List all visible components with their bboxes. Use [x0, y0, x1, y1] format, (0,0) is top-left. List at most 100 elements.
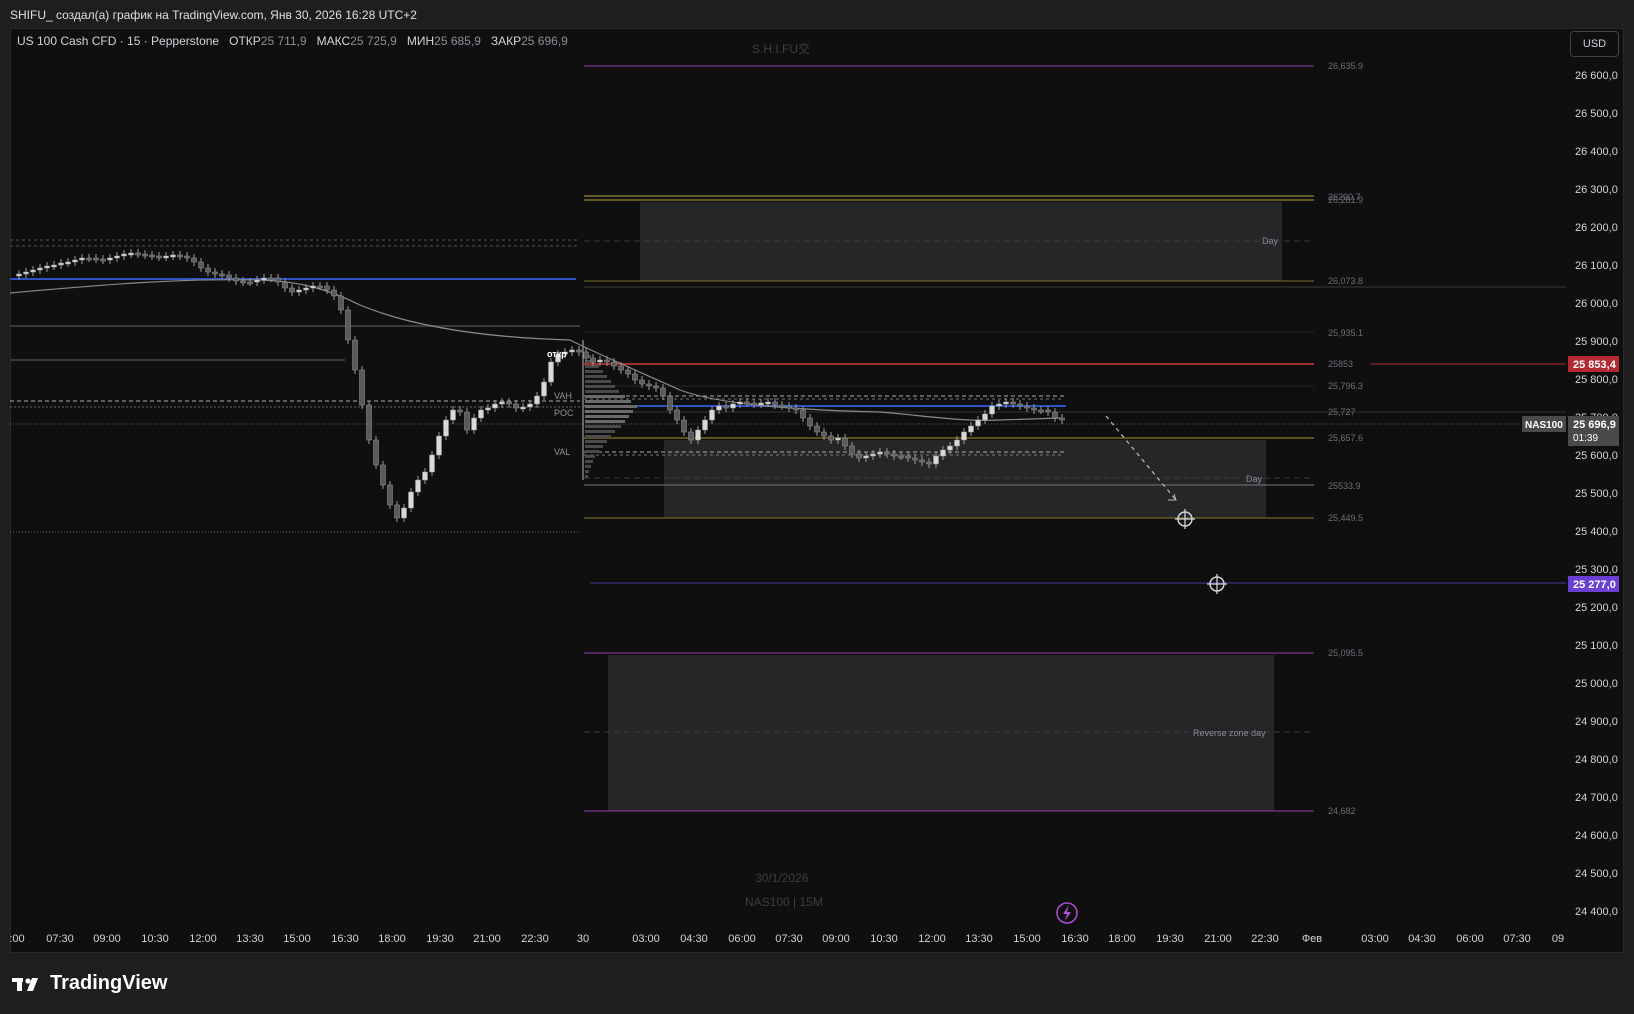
- candle-body: [1024, 405, 1030, 409]
- time-tick: 06:00: [728, 933, 756, 945]
- candle-body: [464, 411, 470, 431]
- candle-body: [800, 409, 806, 419]
- volume-profile-bar: [585, 430, 615, 433]
- volume-profile-bar: [585, 425, 621, 428]
- currency-button[interactable]: USD: [1570, 31, 1619, 57]
- volume-profile-bar: [585, 460, 593, 463]
- tradingview-logo[interactable]: TradingView: [12, 972, 167, 995]
- time-tick: 09: [1552, 933, 1564, 945]
- volume-profile-bar: [585, 405, 637, 408]
- candle-body: [947, 445, 953, 451]
- candle-body: [58, 262, 64, 266]
- candle-body: [821, 431, 827, 437]
- candle-body: [79, 257, 85, 261]
- volume-profile-bar: [585, 465, 591, 468]
- time-tick: 13:30: [236, 933, 264, 945]
- candle-body: [597, 359, 603, 363]
- candle-body: [744, 401, 750, 405]
- candle-body: [303, 287, 309, 291]
- candle-body: [149, 254, 155, 258]
- price-tick: 24 400,0: [1575, 906, 1618, 918]
- time-tick: 30: [577, 933, 589, 945]
- volume-profile-bar: [585, 365, 599, 368]
- current-price-timer: 01:39: [1573, 433, 1598, 444]
- candle-body: [926, 461, 932, 465]
- candle-body: [940, 449, 946, 457]
- candle-body: [870, 453, 876, 457]
- time-tick: 07:30: [775, 933, 803, 945]
- time-tick: 04:30: [1408, 933, 1436, 945]
- zone-label-day-top: Day: [1262, 236, 1279, 246]
- candle-body: [891, 453, 897, 457]
- price-tick: 25 600,0: [1575, 450, 1618, 462]
- candle-body: [919, 459, 925, 463]
- candle-body: [905, 455, 911, 459]
- legend-open-label: ОТКР: [229, 34, 261, 48]
- candle-body: [653, 385, 659, 389]
- candle-body: [884, 451, 890, 455]
- price-tick: 25 100,0: [1575, 640, 1618, 652]
- candle-body: [275, 277, 281, 283]
- candle-body: [359, 369, 365, 406]
- time-tick: 07:30: [46, 933, 74, 945]
- time-tick: 19:30: [426, 933, 454, 945]
- time-tick: 12:00: [918, 933, 946, 945]
- candle-body: [702, 419, 708, 431]
- price-tick: 25 800,0: [1575, 374, 1618, 386]
- symbol-legend[interactable]: US 100 Cash CFD · 15 · Pepperstone ОТКР 2…: [17, 34, 572, 48]
- candle-body: [408, 491, 414, 509]
- volume-profile-bar: [585, 450, 599, 453]
- label-26635: 26,635.9: [1328, 61, 1363, 71]
- price-tick: 26 200,0: [1575, 222, 1618, 234]
- candle-body: [548, 361, 554, 383]
- purple-price-badge: 25 277,0: [1568, 576, 1619, 592]
- candle-body: [142, 253, 148, 257]
- candle-body: [541, 381, 547, 397]
- label-25853: 25853: [1328, 359, 1353, 369]
- candle-body: [401, 507, 407, 519]
- candle-body: [807, 417, 813, 427]
- candle-body: [198, 261, 204, 269]
- watermark-symbol: NAS100 | 15M: [745, 895, 823, 909]
- candle-body: [849, 445, 855, 455]
- candle-body: [1059, 417, 1065, 421]
- volume-profile-bar: [585, 440, 607, 443]
- candle-body: [576, 349, 582, 353]
- legend-symbol: US 100 Cash CFD · 15 · Pepperstone: [17, 34, 220, 48]
- candle-body: [226, 274, 232, 279]
- candle-body: [317, 285, 323, 289]
- current-price-label: 25 696,9: [1573, 419, 1616, 431]
- time-tick: 21:00: [1204, 933, 1232, 945]
- candle-body: [695, 429, 701, 441]
- candle-body: [16, 273, 22, 277]
- price-tick: 25 000,0: [1575, 678, 1618, 690]
- time-tick: :00: [9, 933, 24, 945]
- candle-body: [786, 405, 792, 409]
- candle-body: [373, 439, 379, 466]
- price-tick: 25 500,0: [1575, 488, 1618, 500]
- time-tick: 13:30: [965, 933, 993, 945]
- candle-body: [688, 431, 694, 441]
- volume-profile-bar: [585, 475, 588, 478]
- candle-body: [366, 404, 372, 441]
- candle-body: [625, 369, 631, 375]
- candle-body: [646, 383, 652, 387]
- candle-body: [1045, 409, 1051, 413]
- time-tick: 16:30: [331, 933, 359, 945]
- time-tick: 04:30: [680, 933, 708, 945]
- lightning-icon[interactable]: [1056, 902, 1078, 924]
- candle-body: [933, 455, 939, 465]
- legend-close-label: ЗАКР: [490, 34, 522, 48]
- volume-profile-bar: [585, 420, 625, 423]
- candle-body: [975, 419, 981, 427]
- candle-body: [639, 379, 645, 385]
- label-25095: 25,095.5: [1328, 648, 1363, 658]
- candle-body: [387, 484, 393, 506]
- time-tick: 03:00: [632, 933, 660, 945]
- candle-body: [835, 437, 841, 441]
- candle-body: [751, 402, 757, 406]
- chart-canvas[interactable]: 26,635.9 26290.7 26,281.9 26,073.8 25,93…: [0, 0, 1634, 1014]
- candle-body: [240, 280, 246, 284]
- target-icon-2[interactable]: [1207, 574, 1227, 594]
- time-tick: 12:00: [189, 933, 217, 945]
